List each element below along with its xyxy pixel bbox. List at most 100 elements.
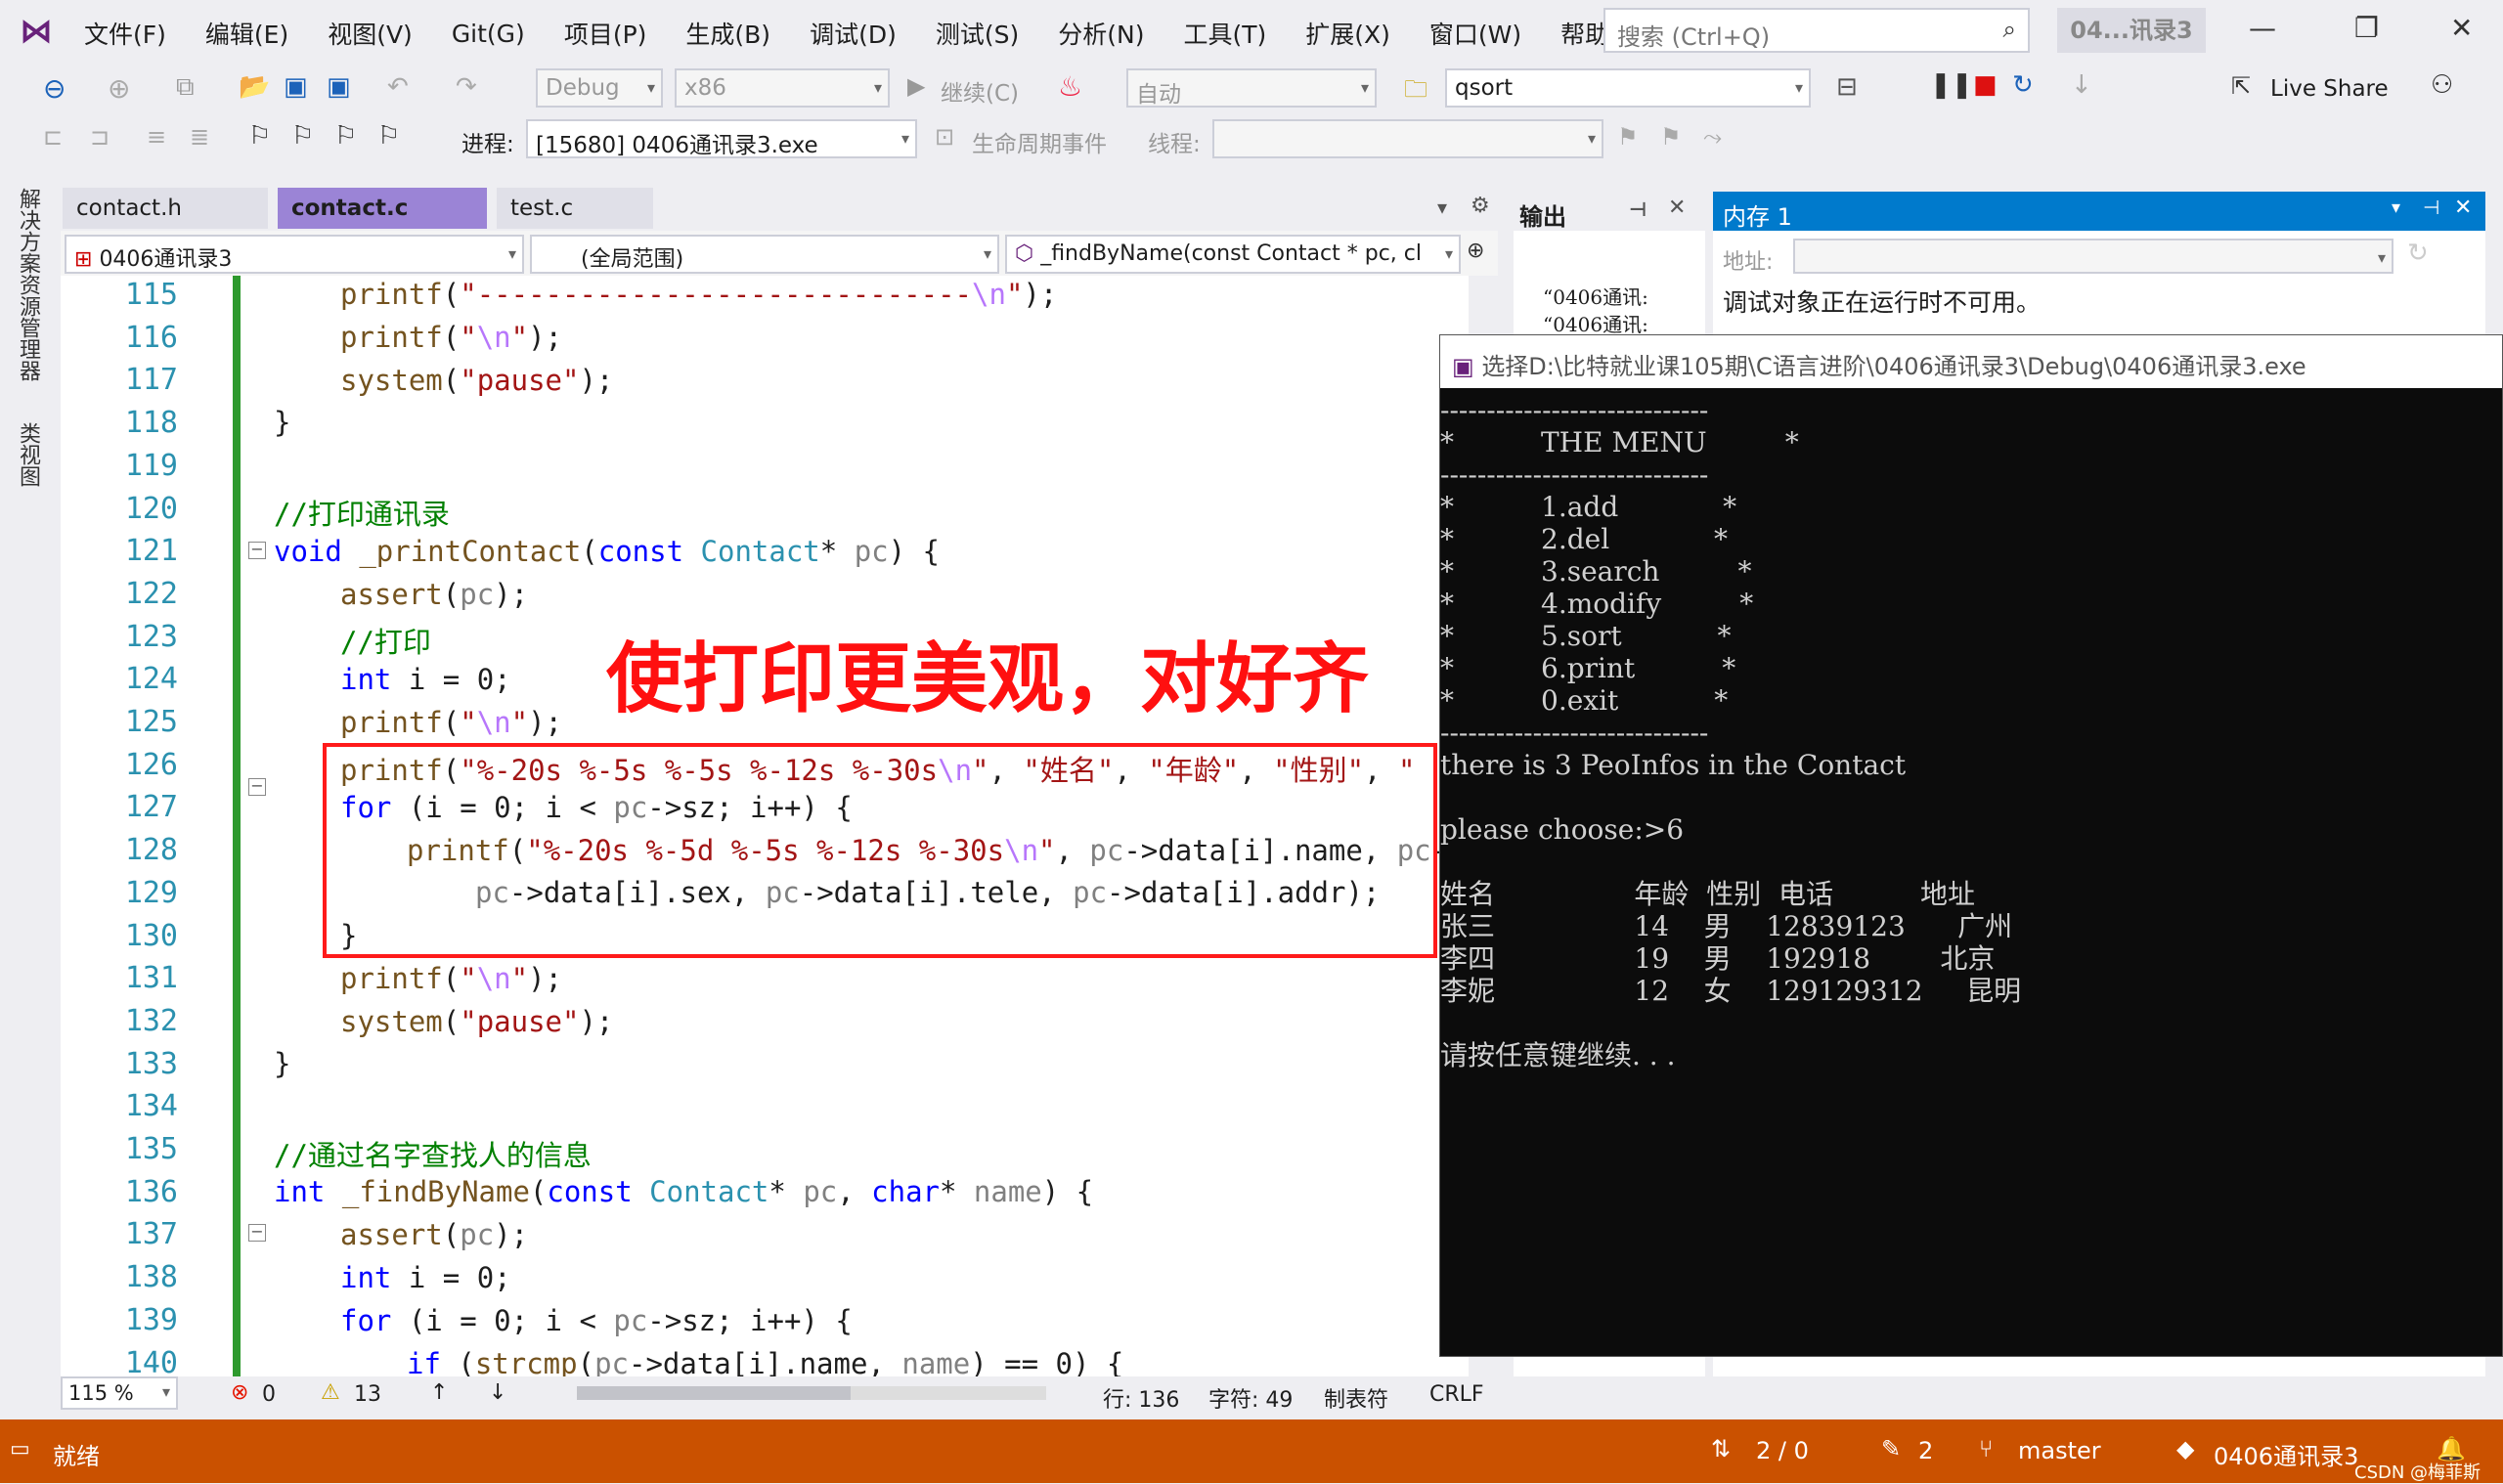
chevron-down-icon: ▾ [1587, 129, 1596, 148]
zoom-select[interactable]: 115 % ▾ [61, 1376, 178, 1410]
repo-name[interactable]: 0406通讯录3 [2214, 1437, 2358, 1471]
solution-explorer-tab[interactable]: 解决方案资源管理器 [12, 188, 43, 381]
comment-icon[interactable]: ⊏ [43, 123, 63, 151]
new-item-icon[interactable]: ⧉ [176, 72, 195, 103]
pin-icon[interactable]: ⊣ [2423, 196, 2439, 219]
code-line-123: //打印 [340, 626, 431, 659]
console-line: 请按任意键继续. . . [1440, 1039, 1676, 1071]
flag-all-icon[interactable]: ⚑ [1660, 123, 1682, 151]
scope-select[interactable]: (全局范围) ▾ [530, 235, 999, 274]
stop-icon[interactable]: ■ [1973, 70, 1998, 100]
close-icon[interactable]: ✕ [2450, 12, 2473, 44]
save-all-icon[interactable]: ▣ [327, 72, 351, 102]
outdent-icon[interactable]: ≣ [190, 123, 209, 151]
redo-icon[interactable]: ↷ [456, 72, 477, 102]
close-icon[interactable]: ✕ [1668, 196, 1686, 220]
refresh-icon[interactable]: ↻ [2407, 239, 2429, 268]
process-select[interactable]: [15680] 0406通讯录3.exe ▾ [526, 119, 917, 158]
restore-icon[interactable]: ❐ [2354, 12, 2379, 44]
class-view-tab[interactable]: 类视图 [12, 422, 43, 487]
member-select[interactable]: ⬡ _findByName(const Contact * pc, cl ▾ [1005, 235, 1461, 274]
bookmark-next-icon[interactable]: ⚐ [334, 121, 357, 151]
vs-logo-icon: ⋈ [20, 12, 53, 51]
menu-window[interactable]: 窗口(W) [1429, 16, 1521, 51]
platform-select[interactable]: x86 ▾ [675, 68, 890, 108]
arrow-up-icon[interactable]: ↑ [430, 1380, 448, 1405]
thread-select[interactable]: ▾ [1212, 119, 1603, 158]
close-icon[interactable]: ✕ [2454, 196, 2472, 220]
line-ending[interactable]: CRLF [1429, 1382, 1484, 1407]
menu-analyze[interactable]: 分析(N) [1058, 16, 1144, 51]
open-folder-icon[interactable]: 📂 [239, 72, 270, 102]
feedback-icon[interactable]: ⚇ [2431, 70, 2453, 100]
menu-tools[interactable]: 工具(T) [1183, 16, 1266, 51]
menu-view[interactable]: 视图(V) [328, 16, 413, 51]
bookmark-icon[interactable]: ⚐ [248, 121, 271, 151]
menu-edit[interactable]: 编辑(E) [205, 16, 288, 51]
menu-debug[interactable]: 调试(D) [810, 16, 897, 51]
uncomment-icon[interactable]: ⊐ [90, 123, 110, 151]
sync-status[interactable]: 2 / 0 [1756, 1437, 1809, 1464]
auto-select[interactable]: 自动 ▾ [1126, 68, 1377, 108]
search-input[interactable]: 搜索 (Ctrl+Q) ⌕ [1603, 8, 2030, 53]
menu-test[interactable]: 测试(S) [936, 16, 1019, 51]
tab-list-icon[interactable]: ▾ [1437, 196, 1447, 219]
stack-frame-icon[interactable]: ⤳ [1703, 123, 1722, 151]
arrow-down-icon[interactable]: ↓ [489, 1380, 506, 1405]
code-line-140: if (strcmp(pc->data[i].name, name) == 0)… [407, 1347, 1124, 1376]
line-number: 128 [124, 833, 178, 868]
menu-extensions[interactable]: 扩展(X) [1305, 16, 1390, 51]
debug-window-icon[interactable]: ⊟ [1836, 72, 1858, 102]
find-combo[interactable]: qsort ▾ [1445, 68, 1811, 108]
chevron-down-icon: ▾ [646, 78, 655, 97]
menu-build[interactable]: 生成(B) [685, 16, 770, 51]
step-into-icon[interactable]: ↓ [2071, 70, 2092, 100]
edit-count[interactable]: 2 [1918, 1437, 1933, 1464]
flag-thread-icon[interactable]: ⚑ [1617, 123, 1639, 151]
config-select[interactable]: Debug ▾ [536, 68, 663, 108]
pin-icon[interactable]: ⊣ [1629, 197, 1647, 221]
continue-button[interactable]: 继续(C) [941, 74, 1019, 108]
pause-icon[interactable]: ❚❚ [1930, 70, 1973, 100]
menu-git[interactable]: Git(G) [452, 20, 525, 48]
tab-test-c[interactable]: test.c [497, 188, 653, 229]
tab-contact-c[interactable]: contact.c [278, 188, 487, 229]
fold-toggle-icon[interactable]: − [248, 778, 266, 796]
address-input[interactable]: ▾ [1793, 239, 2393, 274]
code-line-115: printf("-----------------------------\n"… [340, 278, 1058, 311]
tab-contact-h[interactable]: contact.h [63, 188, 268, 229]
menu-project[interactable]: 项目(P) [564, 16, 647, 51]
console-line: * 0.exit * [1440, 684, 1729, 717]
settings-icon[interactable]: ⚙ [1471, 194, 1490, 218]
function-icon: ⬡ [1015, 241, 1041, 266]
live-share-icon[interactable]: ⇱ [2231, 72, 2251, 100]
bookmark-prev-icon[interactable]: ⚐ [291, 121, 314, 151]
back-icon[interactable]: ⊖ [43, 72, 66, 105]
minimize-icon[interactable]: — [2249, 12, 2276, 44]
error-icon[interactable]: ⊗ [231, 1380, 248, 1405]
live-share-button[interactable]: Live Share [2270, 76, 2389, 102]
platform-value: x86 [684, 75, 726, 101]
dropdown-icon[interactable]: ▾ [2392, 197, 2400, 218]
indent-icon[interactable]: ≡ [147, 123, 166, 151]
console-window[interactable]: ▣ 选择D:\比特就业课105期\C语言进阶\0406通讯录3\Debug\04… [1439, 334, 2503, 1357]
split-icon[interactable]: ⊕ [1467, 239, 1484, 263]
forward-icon[interactable]: ⊕ [108, 72, 130, 105]
fold-toggle-icon[interactable]: − [248, 542, 266, 559]
branch-name[interactable]: master [2018, 1437, 2101, 1464]
menu-file[interactable]: 文件(F) [84, 16, 166, 51]
lifecycle-events-button[interactable]: 生命周期事件 [972, 125, 1107, 158]
code-line-124: int i = 0; [340, 663, 511, 696]
undo-icon[interactable]: ↶ [387, 72, 409, 102]
hot-reload-icon[interactable]: ♨ [1058, 70, 1082, 103]
watermark: CSDN @梅菲斯 [2354, 1462, 2481, 1483]
bookmark-clear-icon[interactable]: ⚐ [377, 121, 400, 151]
save-icon[interactable]: ▣ [284, 72, 308, 102]
project-select[interactable]: ⊞ 0406通讯录3 ▾ [65, 235, 524, 274]
fold-toggle-icon[interactable]: − [248, 1224, 266, 1242]
restart-icon[interactable]: ↻ [2012, 70, 2034, 100]
warning-icon[interactable]: ⚠ [321, 1380, 340, 1405]
horizontal-scrollbar[interactable] [577, 1386, 1046, 1400]
indent-mode[interactable]: 制表符 [1324, 1382, 1388, 1414]
project-value: 0406通讯录3 [99, 247, 233, 272]
